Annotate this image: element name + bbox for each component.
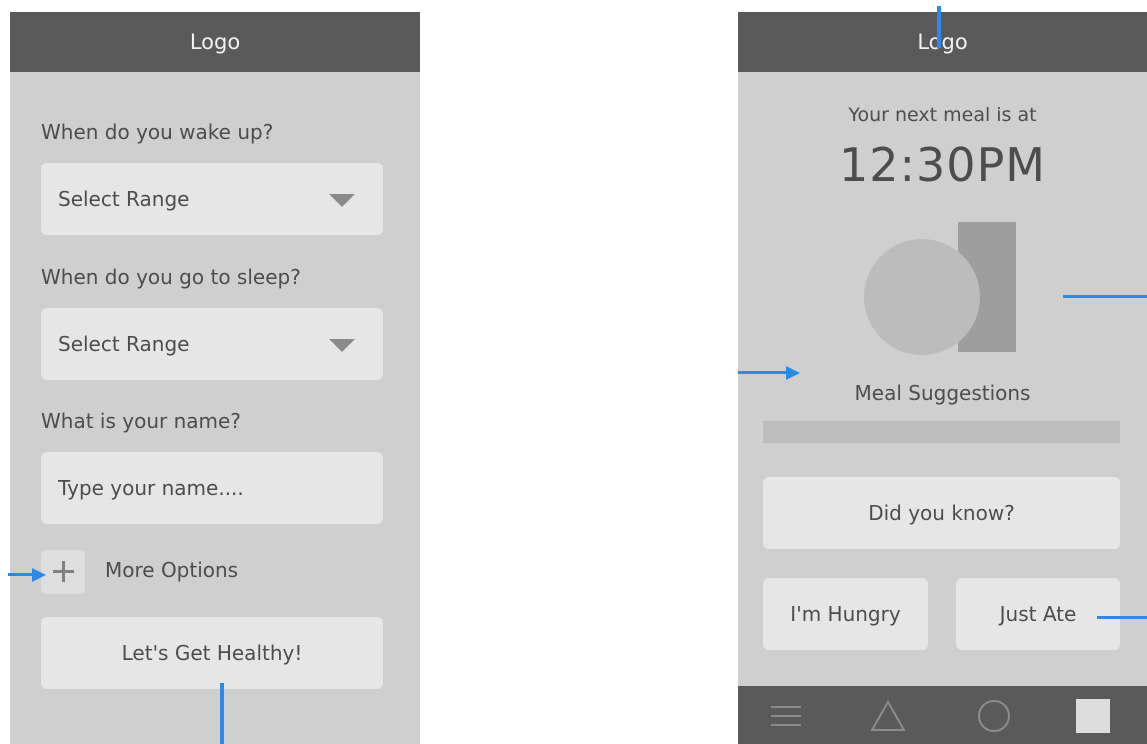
- annotation-line: [1097, 616, 1147, 619]
- more-options-link[interactable]: More Options: [105, 558, 238, 582]
- chevron-down-icon: [329, 194, 355, 207]
- nav-triangle[interactable]: [858, 686, 918, 744]
- sleep-select[interactable]: Select Range: [41, 308, 383, 380]
- sleep-select-value: Select Range: [58, 332, 190, 356]
- im-hungry-button[interactable]: I'm Hungry: [763, 578, 928, 650]
- annotation-line: [220, 683, 224, 744]
- logo: Logo: [917, 30, 968, 54]
- nav-square[interactable]: [1063, 686, 1123, 744]
- triangle-icon: [870, 700, 906, 731]
- annotation-line: [937, 6, 941, 48]
- name-label: What is your name?: [41, 409, 241, 433]
- just-ate-button[interactable]: Just Ate: [956, 578, 1120, 650]
- annotation-arrow-head: [786, 366, 800, 380]
- app-header: Logo: [738, 12, 1147, 72]
- next-meal-label: Your next meal is at: [848, 104, 1037, 126]
- nav-circle[interactable]: [964, 686, 1024, 744]
- chevron-down-icon: [329, 339, 355, 352]
- circle-icon: [978, 700, 1010, 732]
- wake-up-select-value: Select Range: [58, 187, 190, 211]
- annotation-line: [738, 371, 788, 374]
- onboarding-screen: Logo When do you wake up? Select Range W…: [10, 12, 420, 744]
- name-input[interactable]: [41, 452, 383, 524]
- did-you-know-button[interactable]: Did you know?: [763, 477, 1120, 549]
- wake-up-label: When do you wake up?: [41, 120, 274, 144]
- bottom-nav: [738, 686, 1147, 744]
- sleep-label: When do you go to sleep?: [41, 265, 301, 289]
- get-healthy-button[interactable]: Let's Get Healthy!: [41, 617, 383, 689]
- menu-icon: [771, 706, 801, 726]
- wake-up-select[interactable]: Select Range: [41, 163, 383, 235]
- annotation-line: [1063, 295, 1147, 298]
- nav-menu[interactable]: [756, 686, 816, 744]
- square-icon: [1076, 699, 1110, 733]
- annotation-arrow-head: [32, 568, 46, 582]
- annotation-line: [8, 573, 34, 576]
- meal-illustration-circle: [864, 239, 980, 355]
- plus-icon[interactable]: [41, 550, 85, 594]
- meal-suggestions-label: Meal Suggestions: [854, 381, 1031, 405]
- next-meal-time: 12:30PM: [839, 138, 1046, 192]
- logo: Logo: [189, 30, 241, 54]
- meal-suggestions-bar[interactable]: [763, 421, 1120, 443]
- app-header: Logo: [10, 12, 420, 72]
